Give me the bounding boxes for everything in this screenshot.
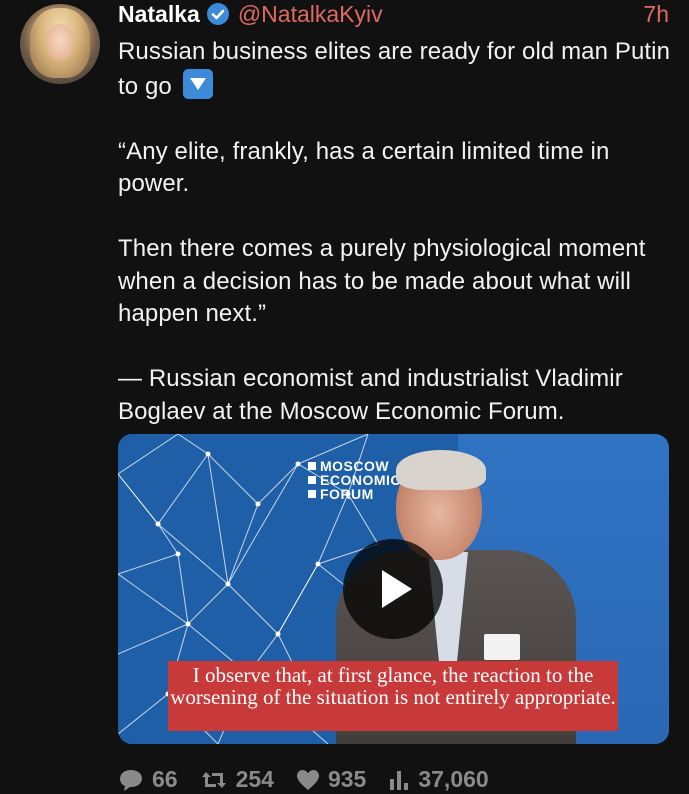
retweet-button[interactable]: 254 xyxy=(200,766,274,793)
tweet-paragraph: Then there comes a purely physiological … xyxy=(118,235,646,327)
forum-logo: MOSCOW ECONOMIC FORUM xyxy=(308,459,401,504)
timestamp[interactable]: 7h xyxy=(643,1,669,28)
heart-icon xyxy=(296,769,319,790)
avatar[interactable] xyxy=(20,4,100,84)
reply-button[interactable]: 66 xyxy=(118,766,178,793)
forum-logo-line: ECONOMIC xyxy=(320,472,401,488)
author-handle[interactable]: @NatalkaKyiv xyxy=(238,1,383,28)
verified-badge-icon xyxy=(206,3,229,25)
video-player[interactable]: MOSCOW ECONOMIC FORUM I observe that, at… xyxy=(118,434,669,744)
tweet-paragraph: — Russian economist and industrialist Vl… xyxy=(118,365,623,425)
reply-count: 66 xyxy=(152,766,178,792)
tweet-paragraph: Russian business elites are ready for ol… xyxy=(118,38,671,100)
tweet-actions: 66 254 935 37,060 xyxy=(118,766,511,793)
forum-logo-line: FORUM xyxy=(320,486,374,502)
forum-logo-line: MOSCOW xyxy=(320,458,390,474)
retweet-count: 254 xyxy=(235,766,274,792)
tweet-header: Natalka @NatalkaKyiv 7h xyxy=(118,0,669,28)
speaker-hair xyxy=(396,450,486,490)
views-button[interactable]: 37,060 xyxy=(388,766,489,793)
tweet-paragraph: “Any elite, frankly, has a certain limit… xyxy=(118,137,610,198)
forum-logo-mark xyxy=(308,459,316,504)
author-name[interactable]: Natalka xyxy=(118,1,200,28)
like-count: 935 xyxy=(327,766,367,792)
play-icon[interactable] xyxy=(343,539,443,639)
retweet-icon xyxy=(201,771,226,788)
view-count: 37,060 xyxy=(418,766,489,792)
like-button[interactable]: 935 xyxy=(296,766,366,793)
tweet-text: Russian business elites are ready for ol… xyxy=(118,36,678,428)
speaker-badge xyxy=(484,634,520,660)
reply-icon xyxy=(120,769,142,791)
video-caption: I observe that, at first glance, the rea… xyxy=(168,661,618,731)
down-arrow-emoji-icon xyxy=(182,68,213,99)
bar-chart-icon xyxy=(390,770,409,790)
avatar-face xyxy=(46,24,74,60)
